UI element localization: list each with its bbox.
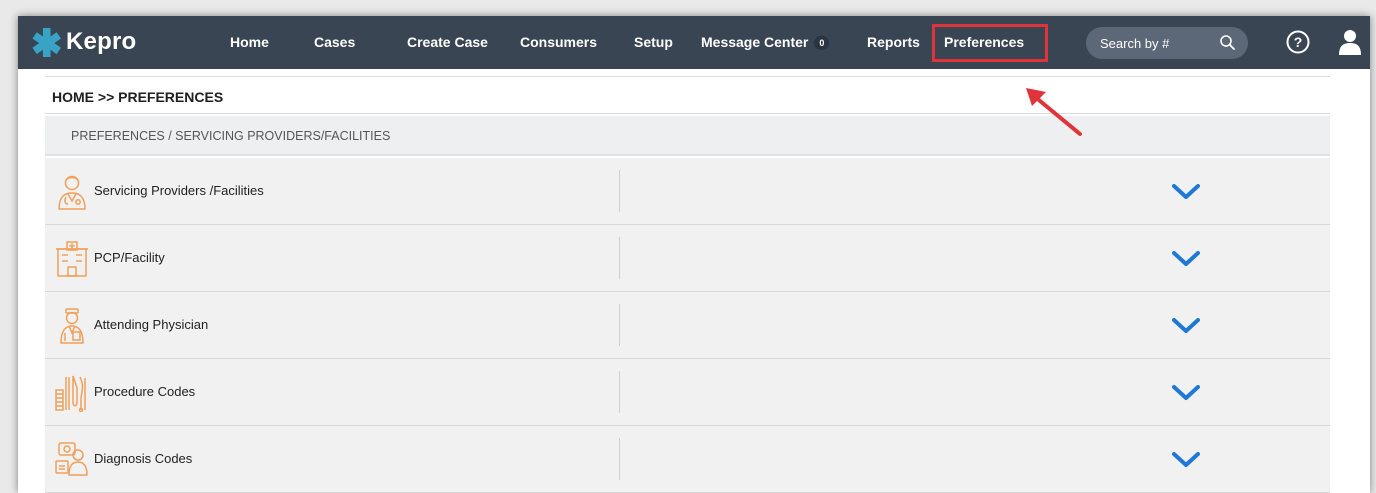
top-nav-bar: Kepro Home Cases Create Case Consumers S…: [18, 16, 1370, 69]
nav-cases[interactable]: Cases: [314, 34, 355, 50]
row-divider: [619, 304, 620, 346]
message-count-badge: 0: [814, 36, 830, 51]
svg-text:?: ?: [1294, 34, 1303, 50]
diagnosis-icon: [55, 442, 88, 476]
content-top-rule: [45, 76, 1330, 77]
screenshot-frame: Kepro Home Cases Create Case Consumers S…: [0, 0, 1376, 493]
row-label: Servicing Providers /Facilities: [94, 183, 264, 198]
chevron-down-icon[interactable]: [1171, 250, 1201, 268]
row-divider: [619, 438, 620, 480]
nav-setup[interactable]: Setup: [634, 34, 673, 50]
nav-consumers[interactable]: Consumers: [520, 34, 597, 50]
row-label: PCP/Facility: [94, 250, 165, 265]
accordion-row-attending-physician[interactable]: Attending Physician: [45, 292, 1330, 359]
accordion-row-procedure-codes[interactable]: Procedure Codes: [45, 359, 1330, 426]
preferences-highlight-box: [932, 24, 1048, 62]
row-divider: [619, 237, 620, 279]
nav-message-center[interactable]: Message Center 0: [701, 34, 830, 51]
hospital-icon: [56, 241, 88, 277]
row-divider: [619, 371, 620, 413]
accordion-row-diagnosis-codes[interactable]: Diagnosis Codes: [45, 426, 1330, 493]
help-icon[interactable]: ?: [1285, 29, 1311, 55]
breadcrumb: HOME >> PREFERENCES: [52, 89, 224, 105]
chevron-down-icon[interactable]: [1171, 451, 1201, 469]
logo-text: Kepro: [66, 28, 137, 55]
pointer-arrow-annotation: [1026, 88, 1082, 136]
doctor-icon: [58, 175, 86, 210]
chevron-down-icon[interactable]: [1171, 183, 1201, 201]
nav-home[interactable]: Home: [230, 34, 269, 50]
row-label: Attending Physician: [94, 317, 209, 332]
accordion-row-pcp-facility[interactable]: PCP/Facility: [45, 225, 1330, 292]
accordion-row-servicing-providers[interactable]: Servicing Providers /Facilities: [45, 158, 1330, 225]
nav-message-center-label: Message Center: [701, 34, 809, 50]
search-input[interactable]: Search by #: [1100, 36, 1169, 51]
kepro-logo[interactable]: Kepro: [32, 26, 136, 58]
search-icon[interactable]: [1219, 34, 1236, 51]
search-box[interactable]: Search by #: [1086, 27, 1248, 59]
kepro-logo-icon: [32, 27, 61, 57]
app-window: Kepro Home Cases Create Case Consumers S…: [18, 16, 1370, 493]
chevron-down-icon[interactable]: [1171, 317, 1201, 335]
nav-reports[interactable]: Reports: [867, 34, 920, 50]
row-label: Diagnosis Codes: [94, 451, 193, 466]
chevron-down-icon[interactable]: [1171, 384, 1201, 402]
section-subheader: PREFERENCES / SERVICING PROVIDERS/FACILI…: [45, 116, 1330, 156]
row-divider: [619, 170, 620, 212]
row-label: Procedure Codes: [94, 384, 196, 399]
physician-icon: [60, 308, 84, 344]
breadcrumb-divider: [45, 113, 1330, 114]
instruments-icon: [55, 375, 86, 412]
nav-create-case[interactable]: Create Case: [407, 34, 488, 50]
user-profile-icon[interactable]: [1338, 28, 1362, 56]
section-subheader-text: PREFERENCES / SERVICING PROVIDERS/FACILI…: [71, 129, 391, 143]
